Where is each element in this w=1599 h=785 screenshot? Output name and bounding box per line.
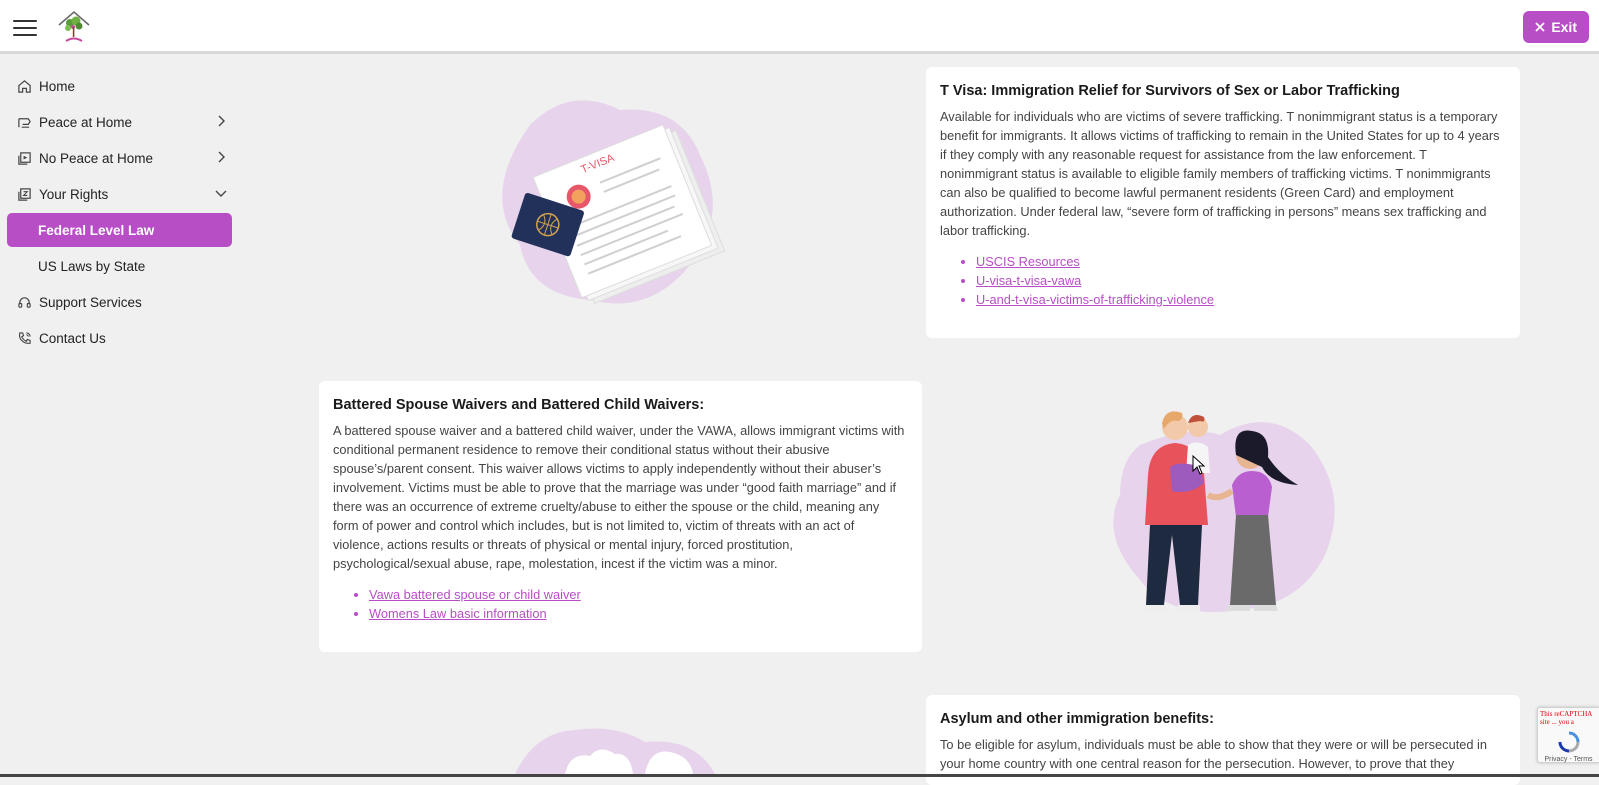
- t-visa-links: USCIS Resources U-visa-t-visa-vawa U-and…: [940, 252, 1506, 309]
- chevron-right-icon: [218, 151, 225, 163]
- mouse-cursor-icon: [1192, 455, 1206, 475]
- sidebar-item-label: Your Rights: [39, 186, 109, 202]
- sidebar-item-label: Home: [39, 78, 76, 94]
- vawa-waiver-link[interactable]: Vawa battered spouse or child waiver: [369, 587, 581, 602]
- sidebar-item-contact-us[interactable]: Contact Us: [0, 320, 240, 356]
- family-illustration: [1113, 411, 1335, 612]
- womens-law-link[interactable]: Womens Law basic information: [369, 606, 547, 621]
- list-item: U-and-t-visa-victims-of-trafficking-viol…: [976, 290, 1506, 309]
- battered-waivers-links: Vawa battered spouse or child waiver Wom…: [333, 585, 908, 623]
- asylum-card: Asylum and other immigration benefits: T…: [926, 695, 1520, 785]
- sidebar-item-no-peace-at-home[interactable]: No Peace at Home: [0, 140, 240, 176]
- no-peace-icon: [16, 150, 32, 166]
- t-visa-title: T Visa: Immigration Relief for Survivors…: [940, 83, 1400, 99]
- sidebar-item-label: US Laws by State: [38, 258, 146, 274]
- t-visa-illustration: T-VISA: [502, 100, 726, 305]
- exit-button[interactable]: Exit: [1523, 11, 1589, 43]
- chevron-down-icon: [215, 190, 227, 197]
- recaptcha-icon: [1558, 731, 1579, 753]
- battered-waivers-card: Battered Spouse Waivers and Battered Chi…: [319, 381, 922, 652]
- recaptcha-badge[interactable]: This reCAPTCHA site ... you a Privacy - …: [1537, 707, 1599, 763]
- sidebar-item-label: Peace at Home: [39, 114, 133, 130]
- sidebar-item-label: Contact Us: [39, 330, 106, 346]
- sidebar-item-your-rights[interactable]: Your Rights: [0, 176, 240, 212]
- list-item: Womens Law basic information: [369, 604, 908, 623]
- exit-button-label: Exit: [1551, 19, 1577, 35]
- sidebar-item-label: No Peace at Home: [39, 150, 154, 166]
- asylum-title: Asylum and other immigration benefits:: [940, 711, 1214, 727]
- recaptcha-footer[interactable]: Privacy - Terms: [1538, 756, 1599, 763]
- list-item: USCIS Resources: [976, 252, 1506, 271]
- asylum-body: To be eligible for asylum, individuals m…: [940, 737, 1487, 771]
- sidebar-item-home[interactable]: Home: [0, 68, 240, 104]
- list-item: U-visa-t-visa-vawa: [976, 271, 1506, 290]
- peace-icon: [16, 114, 32, 130]
- sidebar-item-label: Support Services: [39, 294, 142, 310]
- list-item: Vawa battered spouse or child waiver: [369, 585, 908, 604]
- uscis-resources-link[interactable]: USCIS Resources: [976, 254, 1080, 269]
- hamburger-menu-icon[interactable]: [13, 20, 37, 36]
- top-header: Exit: [0, 0, 1599, 54]
- sidebar-item-support-services[interactable]: Support Services: [0, 284, 240, 320]
- chevron-right-icon: [218, 115, 225, 127]
- support-icon: [16, 294, 32, 310]
- rights-icon: [16, 186, 32, 202]
- battered-waivers-body: A battered spouse waiver and a battered …: [333, 423, 905, 571]
- asylum-illustration: [515, 728, 715, 774]
- phone-icon: [16, 330, 32, 346]
- trafficking-violence-link[interactable]: U-and-t-visa-victims-of-trafficking-viol…: [976, 292, 1214, 307]
- logo-icon[interactable]: [56, 8, 92, 46]
- sidebar-nav: Home Peace at Home No Peace at Home Your…: [0, 68, 240, 356]
- sidebar-item-us-laws-by-state[interactable]: US Laws by State: [0, 248, 240, 284]
- recaptcha-error-text: This reCAPTCHA site ... you a: [1540, 710, 1592, 726]
- battered-waivers-title: Battered Spouse Waivers and Battered Chi…: [333, 397, 705, 413]
- sidebar-item-label: Federal Level Law: [38, 222, 155, 238]
- close-icon: [1535, 22, 1545, 32]
- t-visa-body: Available for individuals who are victim…: [940, 109, 1500, 238]
- u-visa-t-visa-vawa-link[interactable]: U-visa-t-visa-vawa: [976, 273, 1081, 288]
- home-icon: [16, 78, 32, 94]
- sidebar-item-federal-level-law[interactable]: Federal Level Law: [7, 213, 232, 247]
- sidebar-item-peace-at-home[interactable]: Peace at Home: [0, 104, 240, 140]
- t-visa-card: T Visa: Immigration Relief for Survivors…: [926, 67, 1520, 338]
